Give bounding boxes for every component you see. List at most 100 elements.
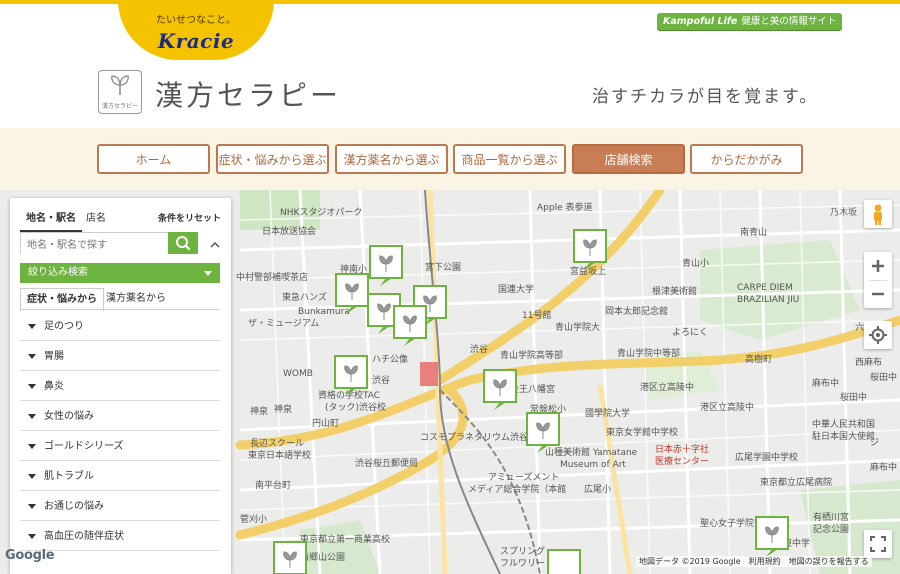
svg-text:南平台町: 南平台町 (255, 479, 291, 491)
svg-text:ザ・ミュージアム: ザ・ミュージアム (248, 318, 319, 329)
pegman-icon[interactable] (864, 200, 892, 228)
tab-store-name[interactable]: 店名 (80, 208, 112, 230)
svg-text:CARPE DIEM: CARPE DIEM (737, 283, 793, 293)
svg-text:BRAZILIAN JIU: BRAZILIAN JIU (737, 295, 799, 305)
category-label: 女性の悩み (44, 411, 94, 422)
category-skin-trouble[interactable]: 肌トラブル (20, 462, 220, 491)
svg-text:Apple 表参道: Apple 表参道 (537, 201, 592, 213)
svg-text:宮下公園: 宮下公園 (425, 261, 461, 273)
svg-text:東京女学館中学校: 東京女学館中学校 (606, 426, 678, 438)
svg-text:よろにく: よろにく (672, 327, 708, 338)
search-icon (176, 236, 191, 251)
kracie-logo[interactable]: たいせつなこと。 Kracie (118, 0, 274, 60)
svg-text:青山学院中等部: 青山学院中等部 (617, 347, 680, 359)
nav-products[interactable]: 商品一覧から選ぶ (453, 144, 566, 174)
svg-text:WOMB: WOMB (283, 369, 313, 379)
svg-text:岡本太郎記念館: 岡本太郎記念館 (605, 305, 668, 317)
category-label: 高血圧の随伴症状 (44, 531, 124, 542)
brand-tagline-small: たいせつなこと。 (156, 15, 236, 26)
kampoful-life-link[interactable]: Kampoful Life 健康と美の情報サイト (657, 13, 843, 30)
subtab-divider (20, 309, 220, 310)
tab-place-station[interactable]: 地名・駅名 (20, 208, 82, 232)
svg-text:長辺スクール: 長辺スクール (250, 438, 304, 449)
site-logo-mark[interactable]: 漢方セラピー (98, 70, 142, 114)
my-location-icon (869, 326, 887, 344)
site-logo-small-text: 漢方セラピー (101, 103, 138, 110)
fullscreen-button[interactable] (864, 530, 892, 558)
svg-text:コスモプラネタリウム渋谷: コスモプラネタリウム渋谷 (420, 431, 528, 443)
category-label: ゴールドシリーズ (44, 441, 124, 452)
svg-text:桜田中: 桜田中 (840, 391, 867, 403)
nav-symptoms[interactable]: 症状・悩みから選ぶ (216, 144, 329, 174)
svg-text:南青山: 南青山 (740, 226, 767, 238)
svg-text:日本放送協会: 日本放送協会 (262, 225, 316, 237)
category-stomach[interactable]: 胃腸 (20, 342, 220, 371)
svg-text:乃木坂: 乃木坂 (830, 206, 857, 218)
fullscreen-icon (870, 536, 886, 552)
subtab-symptoms[interactable]: 症状・悩みから (20, 288, 104, 311)
svg-text:山種美術館 Yamatane: 山種美術館 Yamatane (545, 446, 638, 458)
search-input[interactable] (21, 235, 173, 256)
svg-text:東京都立第一商業高校: 東京都立第一商業高校 (300, 533, 390, 545)
svg-text:ハチ公像: ハチ公像 (372, 353, 408, 365)
chevron-up-icon[interactable] (209, 236, 221, 248)
caret-down-icon (28, 354, 36, 359)
nav-store-search[interactable]: 店舗検索 (572, 144, 685, 174)
svg-text:渋谷: 渋谷 (372, 374, 390, 386)
category-label: 足のつり (44, 321, 84, 332)
nav-karada-kagami[interactable]: からだかがみ (690, 144, 803, 174)
svg-text:医療センター: 医療センター (655, 455, 709, 467)
chevron-down-icon (204, 271, 212, 276)
category-bowel[interactable]: お通じの悩み (20, 492, 220, 521)
filter-label: 絞り込み検索 (28, 267, 88, 278)
kampoful-text: 健康と美の情報サイト (741, 16, 837, 27)
reset-button[interactable]: 条件をリセット (158, 208, 221, 230)
brand-logo-text: Kracie (157, 29, 235, 53)
site-tagline: 治すチカラが目を覚ます。 (592, 87, 819, 107)
caret-down-icon (28, 444, 36, 449)
zoom-in-icon[interactable] (864, 252, 892, 280)
site-title[interactable]: 漢方セラピー (155, 74, 341, 114)
svg-text:Museum of Art: Museum of Art (560, 460, 626, 470)
svg-text:麻布中: 麻布中 (812, 377, 839, 389)
my-location-button[interactable] (864, 321, 892, 349)
svg-text:11号館: 11号館 (522, 309, 551, 321)
svg-text:青山学院大: 青山学院大 (555, 321, 600, 333)
nav-kampo-names[interactable]: 漢方薬名から選ぶ (335, 144, 448, 174)
svg-text:神泉: 神泉 (250, 405, 268, 417)
caret-down-icon (28, 414, 36, 419)
svg-text:広尾小: 広尾小 (584, 483, 611, 495)
nav-home[interactable]: ホーム (97, 144, 210, 174)
svg-text:麻布中: 麻布中 (870, 461, 897, 473)
svg-text:円山町: 円山町 (312, 418, 339, 429)
category-leg-cramps[interactable]: 足のつり (20, 312, 220, 341)
svg-text:西麻布: 西麻布 (855, 356, 882, 368)
category-rhinitis[interactable]: 鼻炎 (20, 372, 220, 401)
svg-text:NHKスタジオパーク: NHKスタジオパーク (280, 207, 362, 218)
zoom-control (864, 252, 892, 308)
svg-text:東急ハンズ: 東急ハンズ (282, 291, 327, 303)
category-gold-series[interactable]: ゴールドシリーズ (20, 432, 220, 461)
svg-text:日本赤十字社: 日本赤十字社 (655, 443, 709, 455)
google-logo: Google (5, 548, 55, 563)
svg-text:国連大学: 国連大学 (498, 283, 534, 295)
svg-text:中華人民共和国: 中華人民共和国 (812, 418, 875, 430)
svg-text:港区立高陵中: 港区立高陵中 (700, 401, 754, 413)
svg-text:港区立高陵中: 港区立高陵中 (640, 381, 694, 393)
caret-down-icon (28, 474, 36, 479)
caret-down-icon (28, 504, 36, 509)
subtab-kampo-names[interactable]: 漢方薬名から (100, 288, 172, 310)
caret-down-icon (28, 384, 36, 389)
svg-text:ジ: ジ (870, 438, 879, 448)
map-attribution[interactable]: 地図データ ©2019 Google 利用規約 地図の誤りを報告する (636, 556, 872, 567)
svg-text:渋谷桜丘郵便局: 渋谷桜丘郵便局 (355, 457, 418, 469)
search-button[interactable] (168, 232, 198, 254)
svg-text:駐日本国大使館: 駐日本国大使館 (812, 430, 875, 442)
svg-text:國學院大学: 國學院大学 (585, 407, 630, 419)
zoom-out-icon[interactable] (864, 280, 892, 308)
filter-toggle[interactable]: 絞り込み検索 (20, 263, 220, 283)
leaf-icon (111, 75, 129, 95)
kampoful-brand: Kampoful Life (663, 16, 738, 27)
category-hypertension[interactable]: 高血圧の随伴症状 (20, 522, 220, 551)
category-womens-issues[interactable]: 女性の悩み (20, 402, 220, 431)
